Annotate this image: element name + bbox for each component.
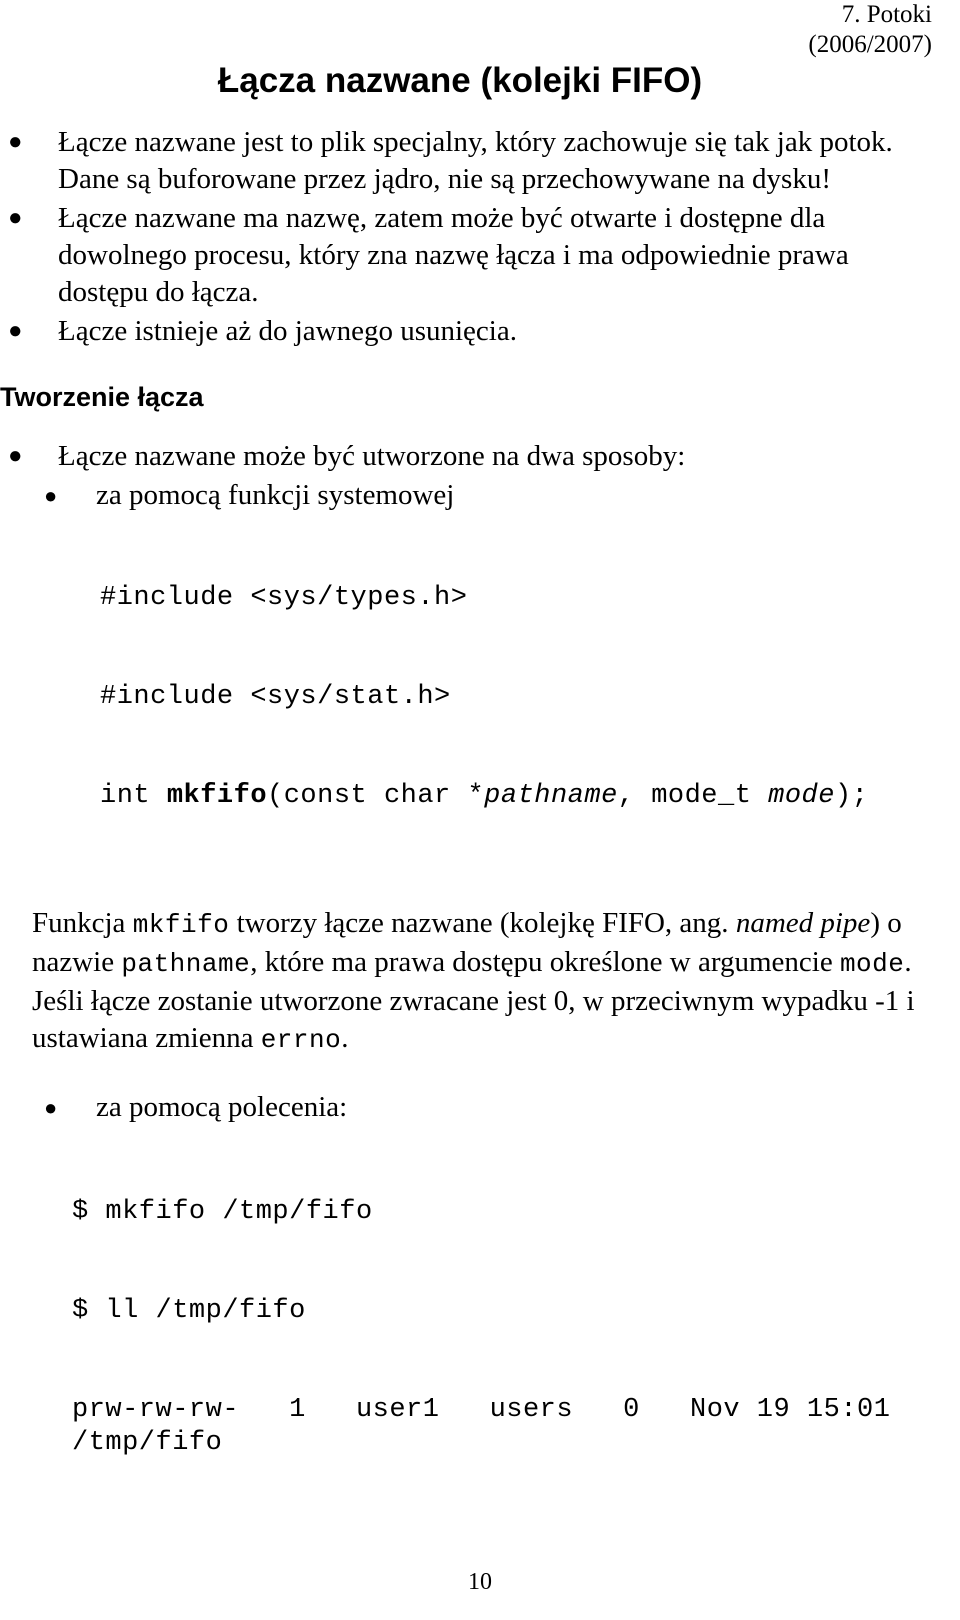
header-chapter-title: 7. Potoki <box>841 1 932 28</box>
desc-italic-named-pipe: named pipe <box>735 907 871 939</box>
code-params-open: (const char * <box>267 781 485 811</box>
desc-code-errno: errno <box>260 1025 342 1055</box>
desc-code-mode: mode <box>839 949 905 979</box>
mkfifo-description: Funkcja mkfifo tworzy łącze nazwane (kol… <box>0 905 960 1059</box>
code-params-mid: , mode_t <box>617 781 769 811</box>
terminal-line-ll-output: prw-rw-rw- 1 user1 users 0 Nov 19 15:01 … <box>72 1395 908 1458</box>
desc-text-6: . <box>341 1022 349 1054</box>
code-line-include-types: #include <sys/types.h> <box>100 583 468 613</box>
creation-methods-list: ● Łącze nazwane może być utworzone na dw… <box>0 438 960 514</box>
page-number: 10 <box>468 1569 492 1595</box>
list-item: ● za pomocą polecenia: <box>0 1089 960 1126</box>
desc-text-2: tworzy łącze nazwane (kolejkę FIFO, ang. <box>229 907 736 939</box>
desc-code-pathname: pathname <box>121 949 251 979</box>
document-page: 7. Potoki (2006/2007) Łącza nazwane (kol… <box>0 0 960 1620</box>
desc-code-mkfifo: mkfifo <box>132 910 230 940</box>
list-item-label: Łącze istnieje aż do jawnego usunięcia. <box>58 315 517 347</box>
bullet-icon: ● <box>8 443 23 469</box>
bullet-icon: ● <box>44 1095 58 1120</box>
terminal-line-mkfifo-command: $ mkfifo /tmp/fifo <box>72 1197 373 1227</box>
page-title: Łącza nazwane (kolejki FIFO) <box>217 61 703 100</box>
code-function-name: mkfifo <box>166 781 268 811</box>
list-item: ● za pomocą funkcji systemowej <box>0 477 960 514</box>
bullet-icon: ● <box>8 129 23 155</box>
section-heading: Tworzenie łącza <box>0 382 204 412</box>
document-header: 7. Potoki (2006/2007) <box>808 0 932 60</box>
document-content: Łącza nazwane (kolejki FIFO) ● Łącze naz… <box>0 60 960 1526</box>
terminal-line-ll-command: $ ll /tmp/fifo <box>72 1296 306 1326</box>
bullet-icon: ● <box>8 318 23 344</box>
list-item-label: za pomocą polecenia: <box>96 1091 348 1123</box>
list-item: ● Łącze istnieje aż do jawnego usunięcia… <box>0 313 960 350</box>
code-line-include-stat: #include <sys/stat.h> <box>100 682 451 712</box>
bullet-icon: ● <box>8 205 23 231</box>
code-snippet-mkfifo: #include <sys/types.h> #include <sys/sta… <box>0 516 960 879</box>
list-item-label: Łącze nazwane ma nazwę, zatem może być o… <box>58 202 849 308</box>
code-params-close: ); <box>834 781 869 811</box>
bullet-icon: ● <box>44 483 58 508</box>
code-line-mkfifo-signature: int mkfifo(const char *pathname, mode_t … <box>100 780 960 813</box>
command-method-list: ● za pomocą polecenia: <box>0 1089 960 1126</box>
code-return-type: int <box>100 781 167 811</box>
list-item: ● Łącze nazwane może być utworzone na dw… <box>0 438 960 475</box>
list-item-label: Łącze nazwane może być utworzone na dwa … <box>58 440 686 472</box>
code-param-mode: mode <box>768 781 835 811</box>
list-item: ● Łącze nazwane ma nazwę, zatem może być… <box>0 200 960 311</box>
code-param-pathname: pathname <box>484 781 618 811</box>
list-item-label: za pomocą funkcji systemowej <box>96 479 455 511</box>
intro-bullet-list: ● Łącze nazwane jest to plik specjalny, … <box>0 124 960 350</box>
header-academic-year: (2006/2007) <box>808 31 932 58</box>
desc-text-1: Funkcja <box>32 907 133 939</box>
terminal-session-transcript: $ mkfifo /tmp/fifo $ ll /tmp/fifo prw-rw… <box>0 1130 960 1526</box>
desc-text-4: , które ma prawa dostępu określone w arg… <box>250 946 840 978</box>
list-item-label: Łącze nazwane jest to plik specjalny, kt… <box>58 126 893 195</box>
list-item: ● Łącze nazwane jest to plik specjalny, … <box>0 124 960 198</box>
